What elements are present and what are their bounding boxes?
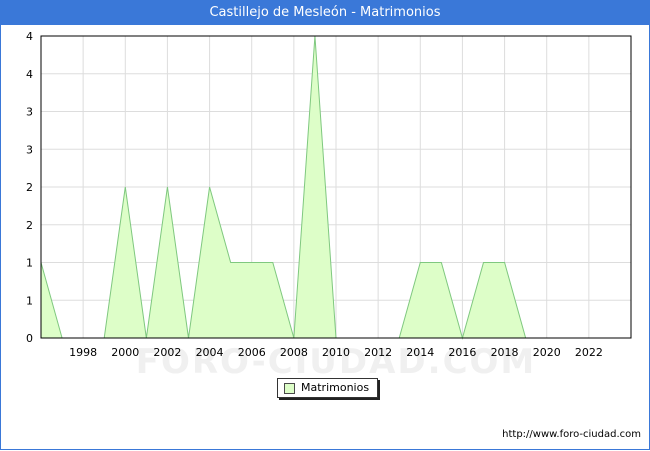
y-tick-label: 1 (26, 257, 33, 270)
y-tick-label: 4 (26, 68, 33, 81)
legend-swatch (284, 382, 295, 394)
x-tick-label: 2006 (238, 346, 266, 359)
source-url: http://www.foro-ciudad.com (502, 429, 641, 440)
y-tick-label: 2 (26, 181, 33, 194)
x-tick-label: 2008 (280, 346, 308, 359)
y-tick-label: 1 (26, 294, 33, 307)
y-tick-label: 3 (26, 106, 33, 119)
y-tick-label: 4 (26, 30, 33, 43)
x-tick-label: 2020 (533, 346, 561, 359)
x-tick-label: 2004 (196, 346, 224, 359)
y-tick-label: 0 (26, 332, 33, 345)
x-tick-label: 2016 (448, 346, 476, 359)
y-tick-label: 2 (26, 219, 33, 232)
x-tick-label: 2012 (364, 346, 392, 359)
x-tick-label: 2010 (322, 346, 350, 359)
chart-frame: FORO-CIUDAD.COM 0 1 1 2 2 3 3 4 4 1998 2000 2002 2004… (0, 0, 650, 450)
x-tick-label: 2002 (153, 346, 181, 359)
x-tick-label: 2022 (575, 346, 603, 359)
x-tick-label: 1998 (69, 346, 97, 359)
x-tick-label: 2014 (406, 346, 434, 359)
x-tick-label: 2000 (111, 346, 139, 359)
chart-title: Castillejo de Mesleón - Matrimonios (1, 1, 649, 25)
legend-label: Matrimonios (301, 381, 370, 394)
legend: Matrimonios (277, 378, 379, 398)
x-tick-label: 2018 (491, 346, 519, 359)
y-tick-label: 3 (26, 143, 33, 156)
